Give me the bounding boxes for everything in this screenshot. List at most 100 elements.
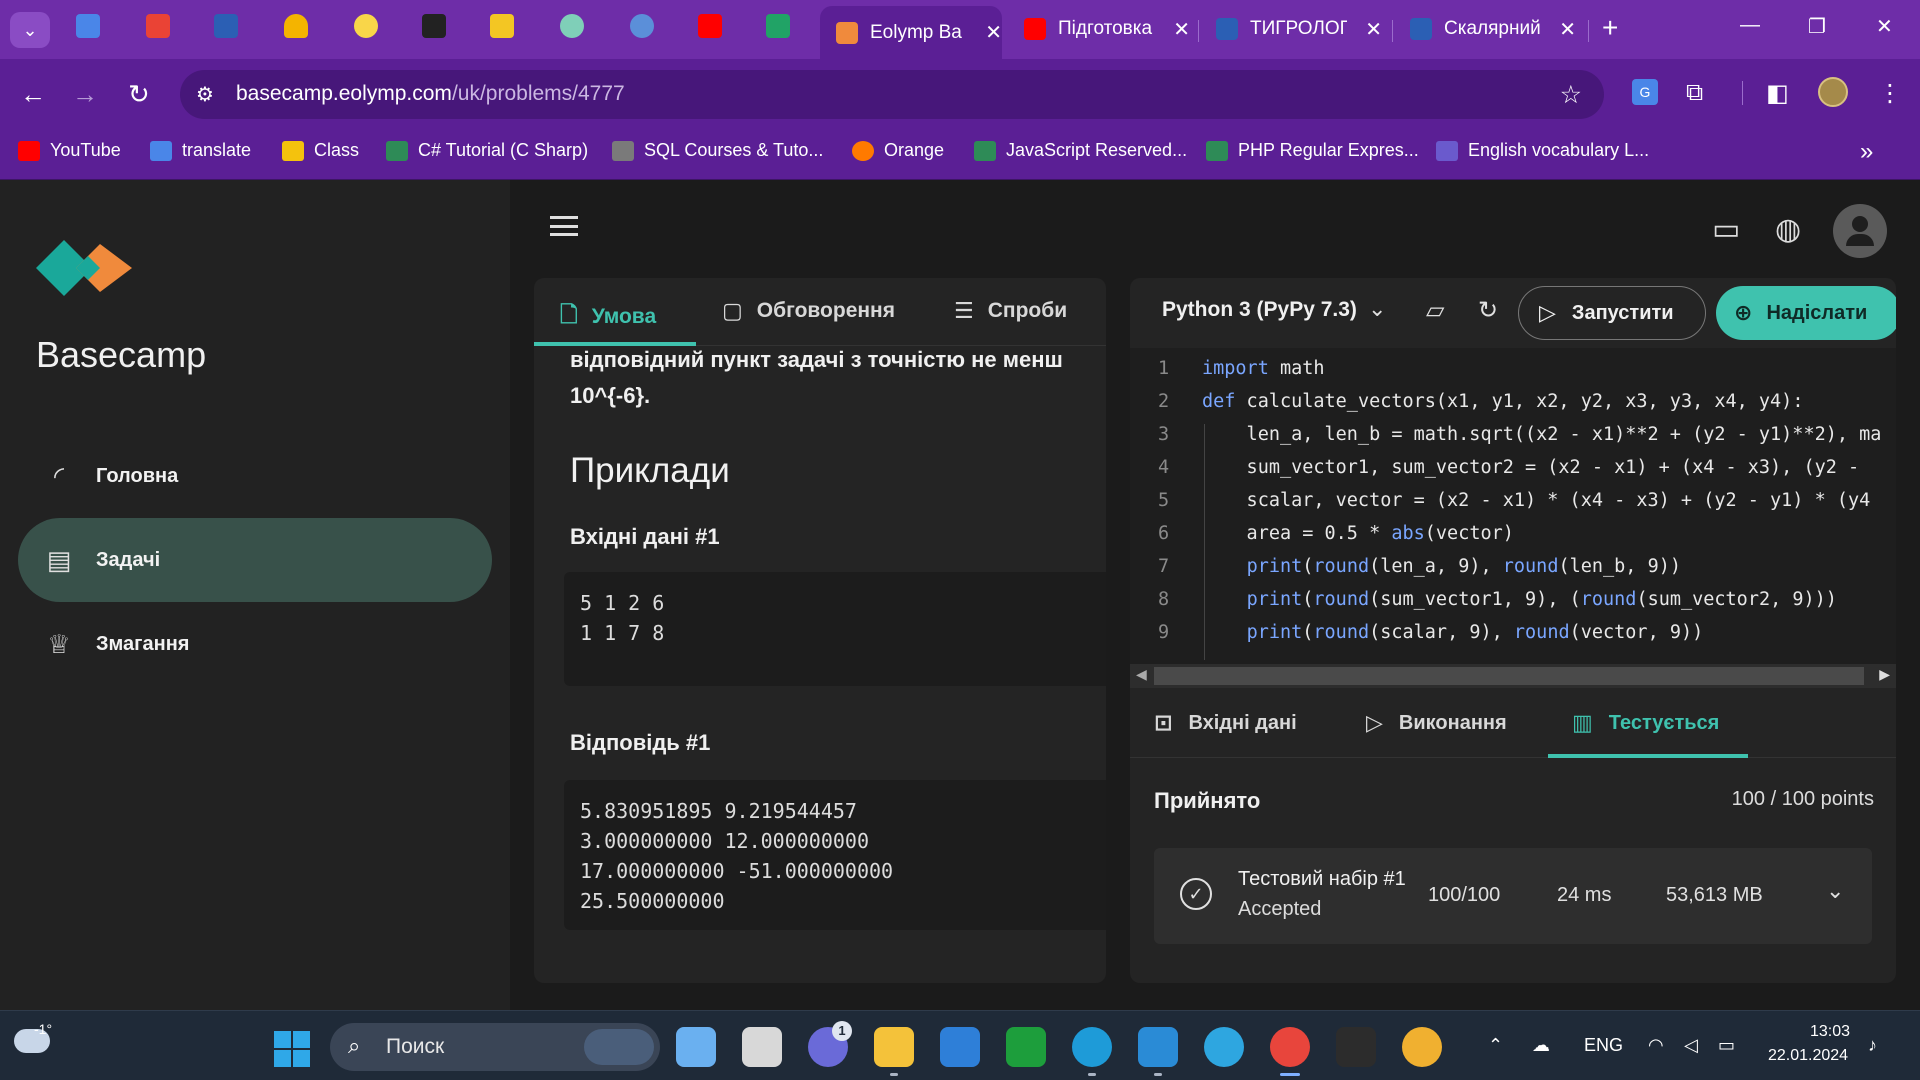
scrollbar-thumb[interactable]	[1154, 667, 1864, 685]
minimize-button[interactable]: —	[1740, 14, 1760, 37]
tab-execution[interactable]: ▷ Виконання	[1366, 710, 1507, 736]
close-tab-icon[interactable]: ✕	[985, 20, 1002, 45]
task-view-icon[interactable]	[742, 1027, 782, 1067]
pinned-tab-gmail[interactable]	[146, 14, 170, 38]
tab-input-data[interactable]: ⊡ Вхідні дані	[1154, 710, 1297, 736]
reset-icon[interactable]: ↻	[1478, 296, 1498, 325]
basecamp-logo-icon[interactable]	[36, 232, 132, 304]
vpn-app-icon[interactable]	[1402, 1027, 1442, 1067]
vscode-app-icon[interactable]	[1138, 1027, 1178, 1067]
pinned-tab-bulb[interactable]	[354, 14, 378, 38]
language-select[interactable]: Python 3 (PyPy 7.3)	[1162, 298, 1357, 322]
tab-attempts[interactable]: ☰ Спроби	[954, 298, 1067, 324]
window-icon[interactable]: ▭	[1712, 212, 1740, 247]
pinned-tab-idea[interactable]	[630, 14, 654, 38]
test-set-row[interactable]: ✓ Тестовий набір #1 Accepted 100/100 24 …	[1154, 848, 1872, 944]
onedrive-cloud-icon[interactable]: ☁	[1532, 1035, 1550, 1056]
submit-button[interactable]: ⊕ Надіслати	[1716, 286, 1896, 340]
translate-extension-icon[interactable]: G	[1632, 79, 1658, 105]
bookmark-csharp[interactable]: C# Tutorial (C Sharp)	[386, 140, 588, 161]
folder-icon[interactable]: ▱	[1426, 296, 1444, 325]
bookmark-class[interactable]: Class	[282, 140, 359, 161]
more-bookmarks-icon[interactable]: »	[1860, 138, 1873, 166]
address-bar[interactable]: ⚙ basecamp.eolymp.com/uk/problems/4777 ☆	[180, 70, 1604, 119]
pinned-tab-dark[interactable]	[422, 14, 446, 38]
battery-icon[interactable]: ▭	[1718, 1035, 1735, 1056]
horizontal-scrollbar[interactable]: ◀ ▶	[1130, 664, 1896, 688]
close-tab-icon[interactable]: ✕	[1365, 17, 1382, 42]
hamburger-menu-icon[interactable]	[550, 216, 578, 236]
copilot-app-icon[interactable]	[676, 1027, 716, 1067]
tab-eolymp[interactable]: Eolymp Ba ✕	[820, 6, 1002, 59]
bookmark-javascript[interactable]: JavaScript Reserved...	[974, 140, 1187, 161]
extensions-icon[interactable]: ⧉	[1686, 79, 1703, 107]
clock-date[interactable]: 22.01.2024	[1768, 1047, 1848, 1065]
terminal-app-icon[interactable]	[1336, 1027, 1376, 1067]
tab-search-button[interactable]: ⌄	[10, 12, 50, 48]
clock-time[interactable]: 13:03	[1810, 1023, 1850, 1041]
scroll-left-icon[interactable]: ◀	[1136, 666, 1147, 683]
bookmark-translate[interactable]: translate	[150, 140, 251, 161]
profile-avatar[interactable]	[1818, 77, 1848, 107]
pinned-tab-chatgpt[interactable]	[560, 14, 584, 38]
close-tab-icon[interactable]: ✕	[1559, 17, 1576, 42]
forward-icon[interactable]: →	[72, 79, 98, 110]
edge-app-icon[interactable]	[1072, 1027, 1112, 1067]
restore-button[interactable]: ❐	[1808, 14, 1826, 39]
pinned-tab-m[interactable]	[490, 14, 514, 38]
sidebar-item-problems[interactable]: ▤ Задачі	[18, 518, 492, 602]
bookmark-english[interactable]: English vocabulary L...	[1436, 140, 1649, 161]
close-window-button[interactable]: ✕	[1876, 14, 1893, 39]
chrome-app-icon[interactable]	[1270, 1027, 1310, 1067]
tab-word[interactable]: ТИГРОЛОГ ✕	[1200, 7, 1382, 51]
bookmark-php[interactable]: PHP Regular Expres...	[1206, 140, 1419, 161]
wifi-icon[interactable]: ◠	[1648, 1035, 1664, 1056]
file-explorer-icon[interactable]	[874, 1027, 914, 1067]
bookmark-orange[interactable]: Orange	[852, 140, 944, 161]
sidebar-item-contests[interactable]: ♕ Змагання	[18, 602, 492, 686]
bookmark-star-icon[interactable]: ☆	[1560, 80, 1582, 110]
pinned-tab-book[interactable]	[214, 14, 238, 38]
pinned-tab-youtube[interactable]	[698, 14, 722, 38]
tab-testing[interactable]: ▥ Тестується	[1572, 710, 1719, 736]
tab-book[interactable]: Скалярний ✕	[1394, 7, 1576, 51]
pinned-tab-sheets[interactable]	[766, 14, 790, 38]
start-button[interactable]	[274, 1031, 310, 1067]
run-button[interactable]: ▷ Запустити	[1518, 286, 1706, 340]
sample-output[interactable]: 5.830951895 9.219544457 3.000000000 12.00…	[564, 780, 1106, 930]
chevron-down-icon[interactable]: ⌄	[1826, 878, 1844, 904]
side-panel-icon[interactable]: ◧	[1766, 79, 1789, 108]
taskbar-search[interactable]: ⌕ Поиск	[330, 1023, 660, 1071]
bookmark-sql[interactable]: SQL Courses & Tuto...	[612, 140, 823, 161]
new-tab-button[interactable]: +	[1602, 12, 1618, 44]
pinned-tab-contacts[interactable]	[76, 14, 100, 38]
chevron-up-icon[interactable]: ⌃	[1488, 1035, 1503, 1056]
globe-icon[interactable]: ◍	[1775, 212, 1801, 247]
reload-icon[interactable]: ↻	[128, 79, 150, 110]
submit-label: Надіслати	[1766, 301, 1868, 324]
notification-bell-icon[interactable]: ♪	[1868, 1035, 1877, 1056]
code-line: 9 print(round(scalar, 9), round(vector, …	[1130, 616, 1896, 649]
user-avatar[interactable]	[1833, 204, 1887, 258]
code-editor[interactable]: 1 import math 2 def calculate_vectors(x1, …	[1130, 348, 1896, 664]
language-indicator[interactable]: ENG	[1584, 1035, 1623, 1056]
close-tab-icon[interactable]: ✕	[1173, 17, 1190, 42]
w3schools-icon	[1206, 140, 1228, 161]
site-info-icon[interactable]: ⚙	[196, 82, 220, 106]
pycharm-app-icon[interactable]	[1006, 1027, 1046, 1067]
pinned-tab-bell[interactable]	[284, 14, 308, 38]
telegram-app-icon[interactable]	[1204, 1027, 1244, 1067]
tab-statement[interactable]: 🗋 Умова	[560, 298, 656, 336]
mail-app-icon[interactable]	[940, 1027, 980, 1067]
scroll-right-icon[interactable]: ▶	[1879, 666, 1890, 683]
chevron-down-icon[interactable]: ⌄	[1368, 296, 1386, 322]
tab-discussion[interactable]: ▢ Обговорення	[722, 298, 895, 324]
back-icon[interactable]: ←	[20, 79, 46, 110]
tab-youtube[interactable]: Підготовка ✕	[1008, 7, 1190, 51]
bookmark-youtube[interactable]: YouTube	[18, 140, 121, 161]
volume-icon[interactable]: ◁	[1684, 1035, 1698, 1056]
statement-text: 10^{-6}.	[570, 383, 651, 408]
sample-input[interactable]: 5 1 2 6 1 1 7 8	[564, 572, 1106, 686]
sidebar-item-home[interactable]: ◜ Головна	[18, 434, 492, 518]
menu-kebab-icon[interactable]: ⋮	[1878, 79, 1902, 108]
